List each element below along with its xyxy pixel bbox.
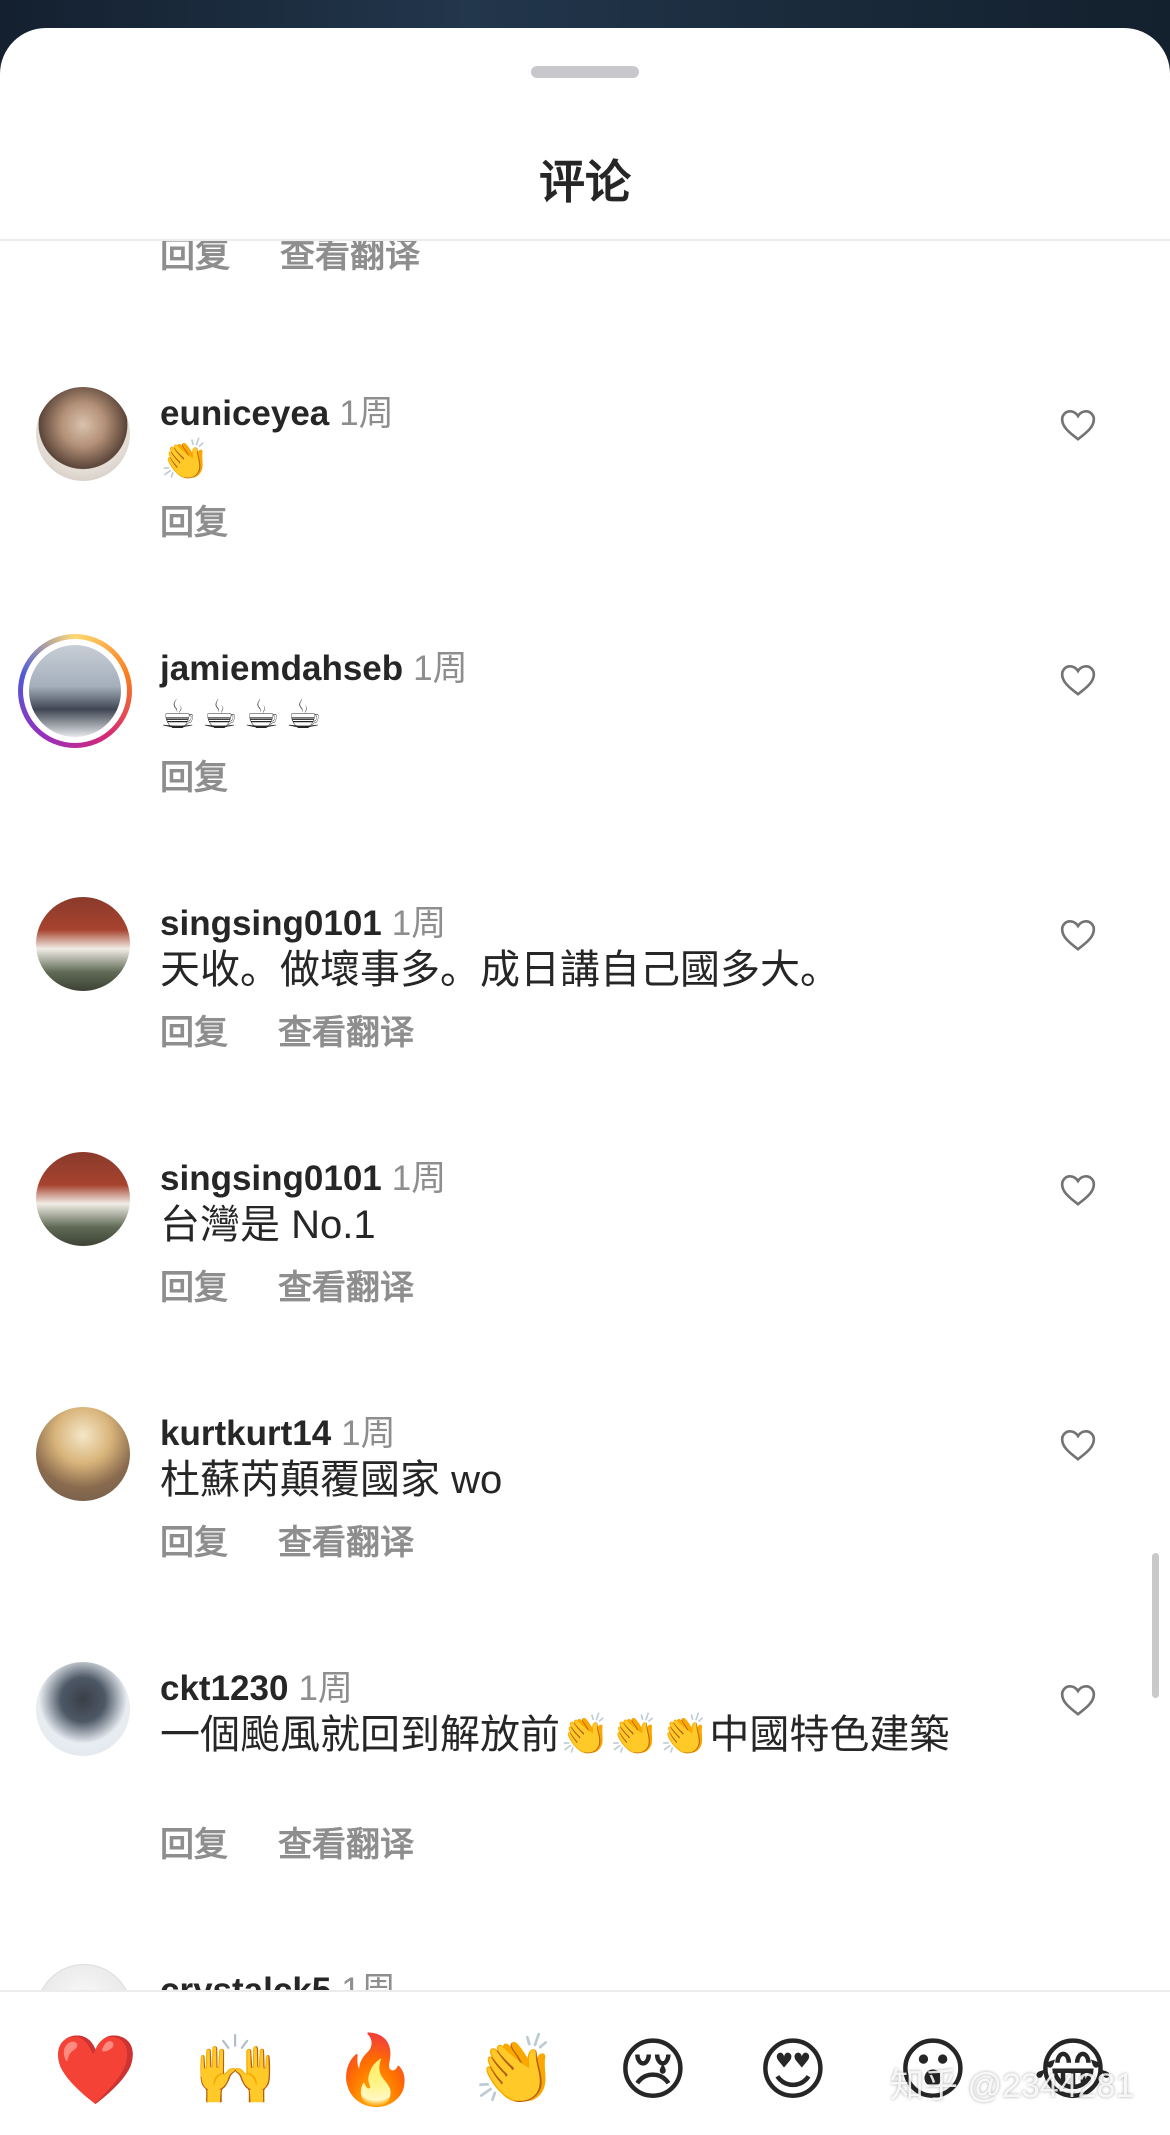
comment-text: 一個颱風就回到解放前👏👏👏中國特色建築 xyxy=(160,1713,950,1757)
comment-list[interactable]: 回复 查看翻译 euniceyea 1周 👏 回复 jamiemdahseb 1周 xyxy=(0,241,1170,2017)
avatar[interactable] xyxy=(36,1152,130,1246)
comment-meta: ckt1230 1周 xyxy=(160,1660,353,1711)
reply-button[interactable]: 回复 xyxy=(160,1524,228,1562)
comment-meta: singsing0101 1周 xyxy=(160,895,446,946)
username[interactable]: jamiemdahseb xyxy=(160,649,403,688)
username[interactable]: euniceyea xyxy=(160,394,329,433)
avatar xyxy=(29,645,121,737)
emoji-heart-button[interactable]: ❤️ xyxy=(53,2030,138,2110)
like-heart-icon[interactable] xyxy=(1058,1170,1098,1210)
emoji-clap-button[interactable]: 👏 xyxy=(473,2030,558,2110)
avatar[interactable] xyxy=(36,897,130,991)
username[interactable]: ckt1230 xyxy=(160,1669,288,1708)
avatar[interactable] xyxy=(36,387,130,481)
like-heart-icon[interactable] xyxy=(1058,1425,1098,1465)
comment-meta: kurtkurt14 1周 xyxy=(160,1405,396,1456)
timestamp: 1周 xyxy=(339,394,394,433)
see-translation-button[interactable]: 查看翻译 xyxy=(280,241,420,275)
comment-meta: singsing0101 1周 xyxy=(160,1150,446,1201)
scrollbar[interactable] xyxy=(1152,1553,1159,1698)
timestamp: 1周 xyxy=(341,1414,396,1453)
avatar[interactable] xyxy=(36,1407,130,1501)
reply-button[interactable]: 回复 xyxy=(160,759,228,797)
see-translation-button[interactable]: 查看翻译 xyxy=(278,1826,414,1864)
comment-actions: 回复 xyxy=(160,495,278,542)
emoji-fire-button[interactable]: 🔥 xyxy=(333,2030,418,2110)
comment-text: 台灣是 No.1 xyxy=(160,1203,376,1247)
reply-button[interactable]: 回复 xyxy=(160,1826,228,1864)
like-heart-icon[interactable] xyxy=(1058,660,1098,700)
comment-actions: 回复 查看翻译 xyxy=(160,1515,464,1562)
comment-text: 👏 xyxy=(160,438,210,482)
comment-text: 天收。做壞事多。成日講自己國多大。 xyxy=(160,948,840,992)
comment-actions: 回复 查看翻译 xyxy=(160,1260,464,1307)
comment-actions: 回复 查看翻译 xyxy=(160,1817,464,1864)
emoji-heart-eyes-button[interactable]: 😍 xyxy=(753,2030,833,2110)
reply-button[interactable]: 回复 xyxy=(160,504,228,542)
comments-sheet: 评论 回复 查看翻译 euniceyea 1周 👏 回复 jamiemdahse… xyxy=(0,28,1170,2133)
reply-button[interactable]: 回复 xyxy=(160,1014,228,1052)
see-translation-button[interactable]: 查看翻译 xyxy=(278,1014,414,1052)
like-heart-icon[interactable] xyxy=(1058,1680,1098,1720)
comment-meta: jamiemdahseb 1周 xyxy=(160,640,468,691)
page-title: 评论 xyxy=(539,156,631,208)
comment-actions: 回复 查看翻译 xyxy=(160,1005,464,1052)
timestamp: 1周 xyxy=(391,1159,447,1198)
comment-text: 杜蘇芮顛覆國家 wo xyxy=(160,1458,503,1502)
username[interactable]: singsing0101 xyxy=(160,904,382,943)
timestamp: 1周 xyxy=(298,1669,353,1708)
emoji-crying-button[interactable]: 😢 xyxy=(613,2030,693,2110)
reply-button[interactable]: 回复 xyxy=(160,1269,228,1307)
like-heart-icon[interactable] xyxy=(1058,405,1098,445)
username[interactable]: singsing0101 xyxy=(160,1159,382,1198)
like-heart-icon[interactable] xyxy=(1058,915,1098,955)
avatar-story-ring[interactable] xyxy=(18,634,132,748)
see-translation-button[interactable]: 查看翻译 xyxy=(278,1524,414,1562)
comment-text: ☕☕☕☕ xyxy=(160,693,328,737)
see-translation-button[interactable]: 查看翻译 xyxy=(278,1269,414,1307)
comment-actions: 回复 xyxy=(160,750,278,797)
reply-button[interactable]: 回复 xyxy=(160,241,230,275)
watermark: 知乎 @2344281 xyxy=(890,2067,1135,2105)
timestamp: 1周 xyxy=(413,649,468,688)
emoji-raised-hands-button[interactable]: 🙌 xyxy=(193,2030,278,2110)
drag-handle[interactable] xyxy=(531,66,639,78)
username[interactable]: kurtkurt14 xyxy=(160,1414,331,1453)
previous-comment-actions: 回复 查看翻译 xyxy=(160,241,470,275)
comment-meta: euniceyea 1周 xyxy=(160,385,394,436)
timestamp: 1周 xyxy=(391,904,447,943)
avatar[interactable] xyxy=(36,1662,130,1756)
